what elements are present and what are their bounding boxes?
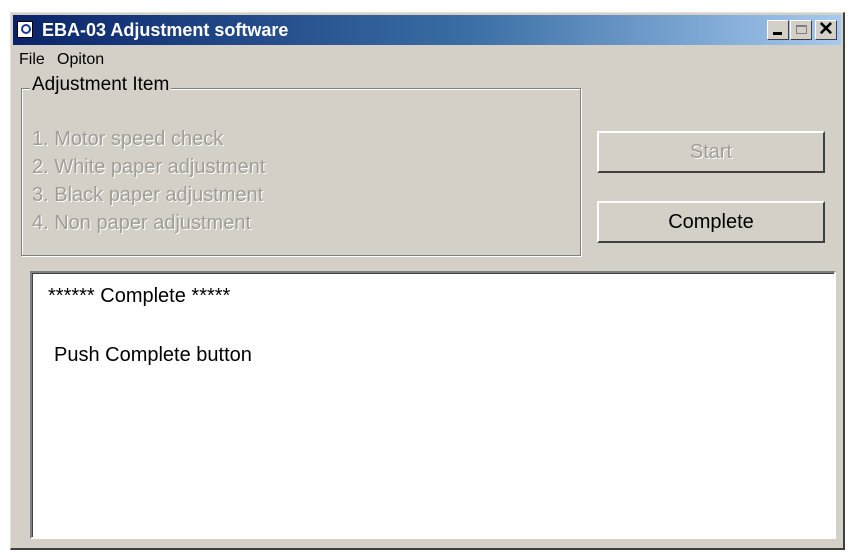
start-button[interactable]: Start xyxy=(597,131,825,173)
menu-file[interactable]: File xyxy=(19,51,45,69)
menu-option[interactable]: Opiton xyxy=(57,51,104,69)
window-title: EBA-03 Adjustment software xyxy=(42,20,289,40)
log-output-area[interactable]: ****** Complete ***** Push Complete butt… xyxy=(30,271,836,539)
close-button[interactable]: ✕ xyxy=(815,19,837,40)
log-line-status: ****** Complete ***** xyxy=(48,285,231,307)
menu-bar: File Opiton xyxy=(13,47,841,73)
log-line-instruction: Push Complete button xyxy=(54,344,252,366)
adjustment-item-list: 1. Motor speed check 2. White paper adju… xyxy=(32,125,265,237)
app-icon[interactable] xyxy=(17,21,33,38)
complete-button[interactable]: Complete xyxy=(597,201,825,243)
maximize-button[interactable] xyxy=(790,20,812,40)
minimize-icon xyxy=(773,32,782,35)
maximize-icon xyxy=(796,25,807,34)
title-bar[interactable]: EBA-03 Adjustment software ✕ xyxy=(13,15,841,45)
adjustment-item-white-paper: 2. White paper adjustment xyxy=(32,156,266,178)
adjustment-item-black-paper: 3. Black paper adjustment xyxy=(32,184,264,206)
close-icon: ✕ xyxy=(818,19,834,40)
adjustment-item-motor-speed: 1. Motor speed check xyxy=(32,128,224,150)
adjustment-item-group: Adjustment Item 1. Motor speed check 2. … xyxy=(21,74,581,256)
adjustment-item-non-paper: 4. Non paper adjustment xyxy=(32,212,252,234)
minimize-button[interactable] xyxy=(767,20,789,40)
group-legend: Adjustment Item xyxy=(30,74,172,96)
